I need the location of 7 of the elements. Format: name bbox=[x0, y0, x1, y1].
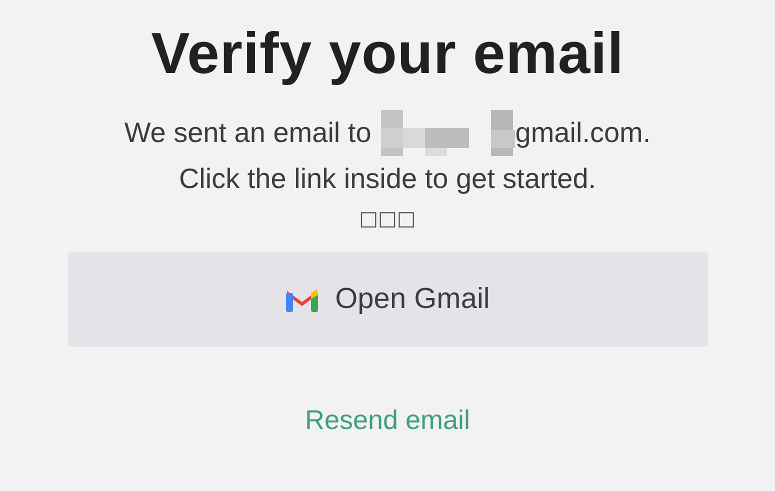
message-text: gmail.com. bbox=[515, 116, 651, 150]
message-text: We sent an email to bbox=[124, 116, 372, 150]
missing-glyphs: □□□ bbox=[359, 205, 416, 232]
gmail-icon bbox=[285, 286, 320, 312]
page-title: Verify your email bbox=[151, 20, 624, 88]
message-text: Click the link inside to get started. bbox=[178, 162, 596, 196]
open-gmail-button[interactable]: Open Gmail bbox=[68, 252, 708, 347]
